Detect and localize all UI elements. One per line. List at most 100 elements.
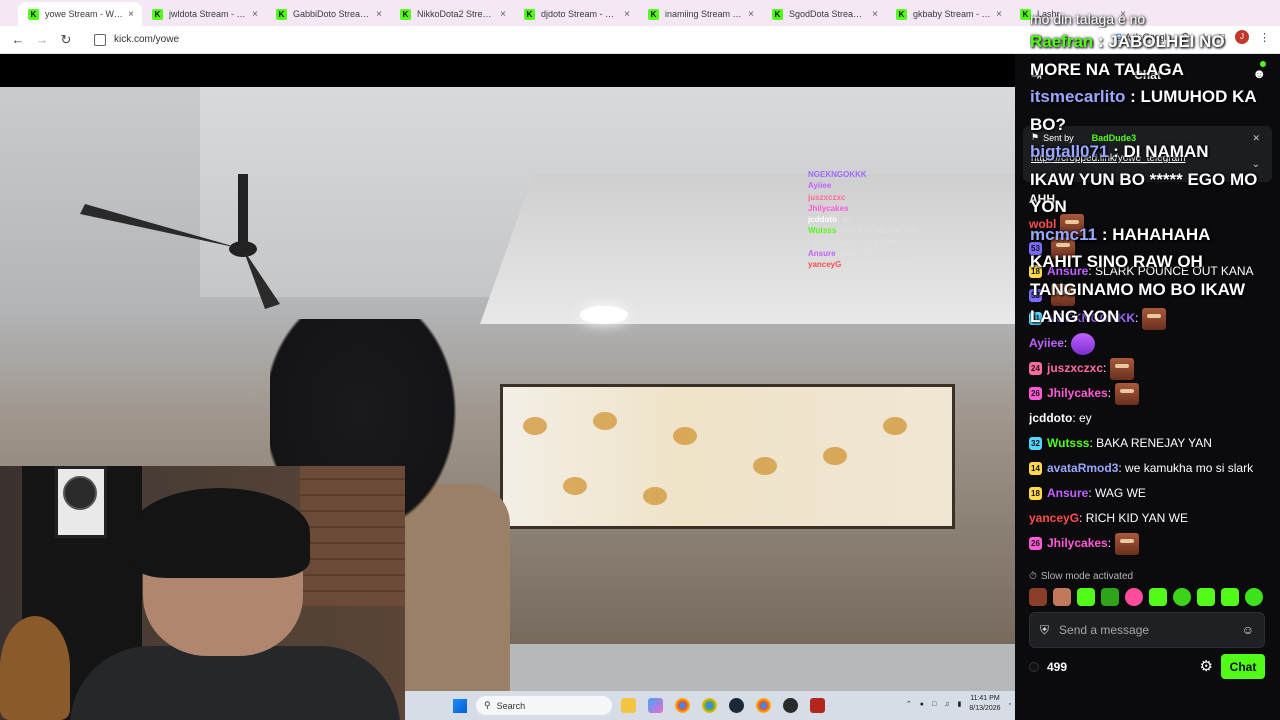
chat-username[interactable]: Ansure (1047, 481, 1088, 506)
channel-points[interactable]: 499 (1029, 660, 1067, 674)
chat-username[interactable]: Wutsss (1047, 431, 1089, 456)
subscriber-badge: 26 (1029, 387, 1042, 400)
copilot-icon[interactable] (648, 698, 663, 713)
emote[interactable] (1029, 588, 1047, 606)
browser-tab[interactable]: Kdjdoto Stream - Watch × (514, 2, 638, 26)
monitor-icon[interactable]: □ (932, 701, 936, 708)
browser-tab[interactable]: Kjwldota Stream - Watch × (142, 2, 266, 26)
chat-message: 14 avataRmod3: we kamukha mo si slark (1029, 456, 1274, 481)
chat-username[interactable]: Jhilycakes (1047, 531, 1108, 556)
overlay-caption-text: : DI NAMAN (1108, 142, 1209, 161)
emote[interactable] (1221, 588, 1239, 606)
chat-input[interactable] (1059, 623, 1232, 637)
browser-tab[interactable]: Kyowe Stream - Watch L × (18, 2, 142, 26)
video-chat-text: : we kamukha mo si slark (808, 237, 898, 247)
browser-tab[interactable]: Kgkbaby Stream - Watc × (886, 2, 1010, 26)
emote[interactable] (1101, 588, 1119, 606)
emote-image (1115, 382, 1140, 405)
emote-image (1071, 332, 1096, 355)
taskbar-clock[interactable]: 11:41 PM 8/13/2026 (969, 694, 1000, 714)
chat-text: : we kamukha mo si slark (1118, 461, 1254, 475)
emote[interactable] (1125, 588, 1143, 606)
overlay-caption-line: KAHIT SINO RAW OH (1030, 248, 1280, 276)
close-tab-icon[interactable]: × (624, 9, 630, 20)
chat-message: 18 Ansure: WAG WE (1029, 481, 1274, 506)
overlay-caption-text: mo din talaga e no (1030, 11, 1146, 27)
obs-icon[interactable] (783, 698, 798, 713)
close-tab-icon[interactable]: × (996, 9, 1002, 20)
brick-wall (300, 466, 405, 606)
browser-tab[interactable]: Kinamiing Stream - Watc × (638, 2, 762, 26)
ceiling-light (580, 306, 628, 324)
emoji-icon[interactable]: ☺ (1242, 623, 1254, 637)
overlay-caption-text: : HAHAHAHA (1097, 224, 1211, 244)
shield-icon[interactable]: ⛨ (1040, 623, 1049, 638)
chrome-icon-2[interactable] (702, 698, 717, 713)
chat-username[interactable]: Ayiiee (1029, 331, 1064, 356)
subscriber-badge: 14 (1029, 462, 1042, 475)
chat-username[interactable]: jcddoto (1029, 406, 1072, 431)
browser-tab[interactable]: K GabbiDoto Stream - W × (266, 2, 390, 26)
overlay-caption-user: Raefran (1030, 32, 1094, 51)
search-icon: ⚲ (484, 700, 491, 710)
steam-icon[interactable] (729, 698, 744, 713)
emote-strip (1029, 588, 1263, 606)
overlay-caption-text: : LUMUHOD KA (1125, 87, 1257, 106)
emote[interactable] (1149, 588, 1167, 606)
chevron-up-icon[interactable]: ⌃ (906, 700, 912, 708)
taskbar-search[interactable]: ⚲ Search (476, 696, 612, 715)
chat-username[interactable]: yanceyG (1029, 506, 1079, 531)
site-info-icon[interactable] (94, 33, 106, 46)
emote[interactable] (1197, 588, 1215, 606)
emote[interactable] (1173, 588, 1191, 606)
kick-favicon-icon: K (28, 8, 39, 20)
tab-label: jwldota Stream - Watch (169, 9, 248, 19)
windows-start-icon[interactable] (453, 699, 467, 713)
emote[interactable] (1245, 588, 1263, 606)
battery-icon[interactable]: ▮ (958, 700, 962, 708)
overlay-captions: mo din talaga e no Raefran : JABOLHEI NO M… (1030, 10, 1280, 331)
video-chat-text: : (866, 170, 869, 179)
kick-favicon-icon: K (524, 8, 535, 20)
emote[interactable] (1053, 588, 1071, 606)
close-tab-icon[interactable]: × (500, 9, 506, 20)
close-tab-icon[interactable]: × (252, 9, 258, 20)
chat-username[interactable]: avataRmod3 (1047, 456, 1118, 481)
close-tab-icon[interactable]: × (128, 9, 134, 20)
browser-tab[interactable]: K NikkoDota2 Stream - W × (390, 2, 514, 26)
dota2-icon[interactable] (810, 698, 825, 713)
video-chat-text: : RICH KID YAN WE (841, 260, 914, 270)
back-icon[interactable]: ← (6, 28, 30, 52)
forward-icon[interactable]: → (30, 28, 54, 52)
overlay-caption-line: Raefran : JABOLHEI NO (1030, 28, 1280, 56)
chat-send-button[interactable]: Chat (1221, 654, 1265, 679)
subscriber-badge: 32 (1029, 437, 1042, 450)
overlay-caption-line: MORE NA TALAGA (1030, 56, 1280, 84)
file-explorer-icon[interactable] (621, 698, 636, 713)
url-bar[interactable]: kick.com/yowe (86, 29, 1086, 51)
close-tab-icon[interactable]: × (748, 9, 754, 20)
subscriber-badge: 18 (1029, 487, 1042, 500)
browser-tab[interactable]: K SgodDota Stream - Wat × (762, 2, 886, 26)
volume-icon[interactable]: ♫ (944, 701, 949, 708)
chrome-icon-3[interactable] (756, 698, 771, 713)
tab-label: djdoto Stream - Watch (541, 9, 620, 19)
close-tab-icon[interactable]: × (872, 9, 878, 20)
notification-icon[interactable]: ▫ (1009, 701, 1011, 708)
microphone-icon[interactable]: ● (920, 701, 924, 708)
close-tab-icon[interactable]: × (376, 9, 382, 20)
chat-username[interactable]: juszxczxc (1047, 356, 1103, 381)
overlay-caption-line: LANG YON (1030, 303, 1280, 331)
chrome-icon[interactable] (675, 698, 690, 713)
video-chat-user: NGEKNGOKKK (808, 170, 867, 179)
emote[interactable] (1077, 588, 1095, 606)
tab-label: SgodDota Stream - Wat (789, 9, 868, 19)
chat-username[interactable]: Jhilycakes (1047, 381, 1108, 406)
gear-icon[interactable]: ⚙ (1200, 657, 1213, 675)
chat-input-box[interactable]: ⛨ ☺ (1029, 612, 1265, 648)
reload-icon[interactable]: ↻ (54, 28, 78, 52)
slow-mode-icon: ⏱ (1029, 571, 1037, 582)
video-chat-line: jcddoto: ey (808, 214, 1008, 225)
video-chat-user: juszxczxc (808, 192, 846, 202)
overlay-caption-text: TANGINAMO MO BO IKAW (1030, 279, 1245, 299)
